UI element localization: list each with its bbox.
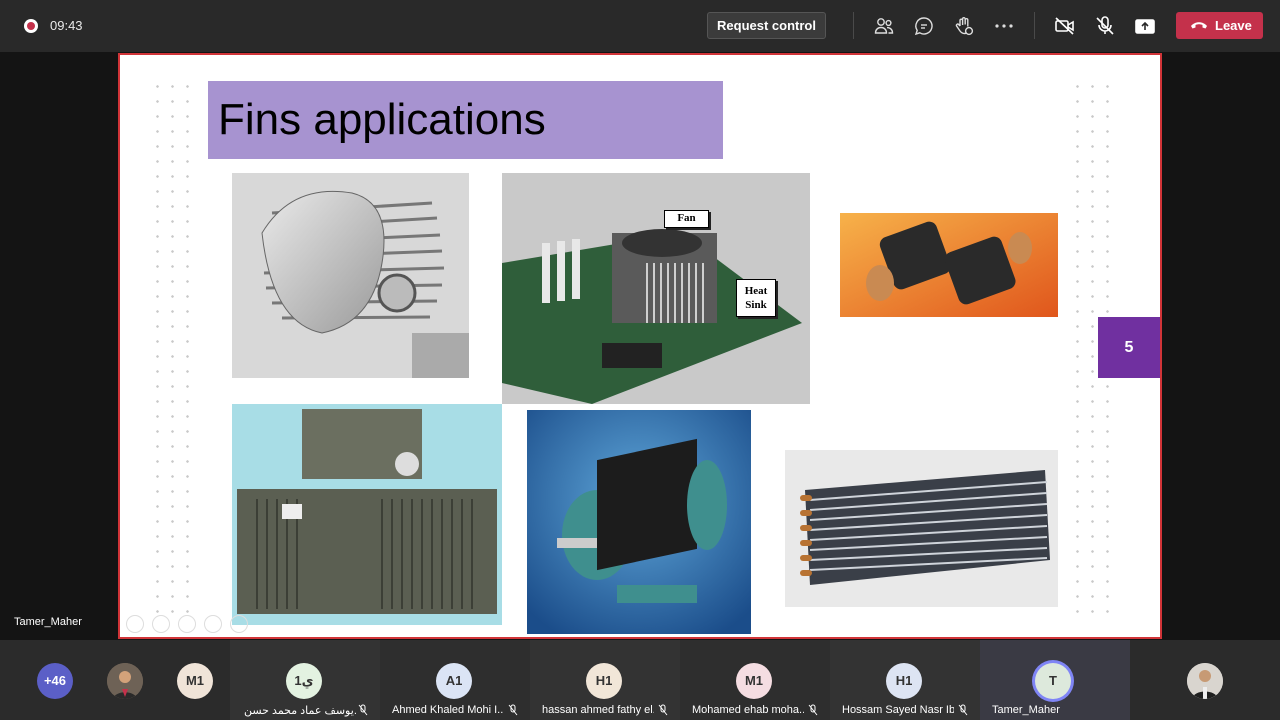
- toolbar-divider: [853, 12, 854, 39]
- meeting-toolbar: 09:43 Request control Leave: [0, 0, 1280, 52]
- meeting-window: 09:43 Request control Leave Fins applica…: [0, 0, 1280, 720]
- participants-strip: +46 M1 1ي يوسف عماد محمد حسن... A1 Ahmed…: [0, 640, 1280, 720]
- condenser-coil-image: [785, 450, 1058, 607]
- people-icon[interactable]: [872, 14, 896, 38]
- participant-avatar: T: [1035, 663, 1071, 699]
- slide-page-number: 5: [1098, 317, 1160, 378]
- mic-off-icon[interactable]: [1093, 14, 1117, 38]
- presenter-name-label: Tamer_Maher: [14, 616, 82, 628]
- participant-name: يوسف عماد محمد حسن...: [244, 705, 356, 717]
- heat-sink-label: Heat Sink: [736, 279, 776, 317]
- participant-avatar: A1: [436, 663, 472, 699]
- reactions-icon[interactable]: [952, 14, 976, 38]
- participant-tile[interactable]: H1 hassan ahmed fathy el...: [530, 640, 680, 720]
- self-view-avatar[interactable]: [1187, 663, 1223, 699]
- leave-button[interactable]: Leave: [1176, 12, 1263, 39]
- request-control-button[interactable]: Request control: [707, 12, 826, 39]
- mic-off-icon: [658, 704, 668, 716]
- zoom-icon[interactable]: [230, 615, 248, 633]
- hang-up-icon: [1191, 22, 1207, 29]
- more-options-icon[interactable]: [992, 14, 1016, 38]
- participant-avatar: M1: [736, 663, 772, 699]
- chat-icon[interactable]: [912, 14, 936, 38]
- participant-name: hassan ahmed fathy el...: [542, 704, 654, 716]
- participant-avatar[interactable]: M1: [177, 663, 213, 699]
- participant-tile[interactable]: H1 Hossam Sayed Nasr Ib...: [830, 640, 980, 720]
- participant-tile[interactable]: A1 Ahmed Khaled Mohi I...: [380, 640, 530, 720]
- participant-avatar: H1: [886, 663, 922, 699]
- next-slide-icon[interactable]: [152, 615, 170, 633]
- shared-content-stage: Fins applications Fan Heat Sink 5 Tamer_…: [0, 52, 1280, 640]
- presentation-slide: Fins applications Fan Heat Sink 5: [118, 53, 1162, 639]
- meeting-timer: 09:43: [50, 18, 83, 33]
- decorative-dots-left: [150, 79, 200, 619]
- participant-avatar: 1ي: [286, 663, 322, 699]
- participant-tile[interactable]: 1ي يوسف عماد محمد حسن...: [230, 640, 380, 720]
- participant-tile-speaking[interactable]: T Tamer_Maher: [980, 640, 1130, 720]
- participant-name: Ahmed Khaled Mohi I...: [392, 704, 504, 716]
- mic-off-icon: [508, 704, 518, 716]
- toolbar-divider: [1034, 12, 1035, 39]
- participant-name: Hossam Sayed Nasr Ib...: [842, 704, 954, 716]
- camera-off-icon[interactable]: [1053, 14, 1077, 38]
- slides-grid-icon[interactable]: [204, 615, 222, 633]
- previous-slide-icon[interactable]: [126, 615, 144, 633]
- participant-name: Mohamed ehab moha...: [692, 704, 804, 716]
- pen-icon[interactable]: [178, 615, 196, 633]
- fan-label: Fan: [664, 210, 709, 228]
- participant-avatar: H1: [586, 663, 622, 699]
- slide-navigation-controls[interactable]: [126, 615, 306, 635]
- mic-off-icon: [808, 704, 818, 716]
- heat-sink-motherboard-image: Fan Heat Sink: [502, 173, 810, 404]
- recording-icon: [24, 19, 38, 33]
- leave-label: Leave: [1215, 18, 1252, 33]
- slide-title: Fins applications: [218, 95, 546, 144]
- finned-tubes-image: [840, 213, 1058, 317]
- participant-photo-avatar[interactable]: [107, 663, 143, 699]
- electric-motor-image: [527, 410, 751, 634]
- slide-title-bar: Fins applications: [208, 81, 723, 159]
- mic-off-icon: [358, 704, 368, 716]
- participant-tile[interactable]: M1 Mohamed ehab moha...: [680, 640, 830, 720]
- transformer-image: [232, 404, 502, 625]
- participant-name: Tamer_Maher: [992, 704, 1060, 716]
- share-screen-icon[interactable]: [1133, 14, 1157, 38]
- more-participants-badge[interactable]: +46: [37, 663, 73, 699]
- engine-cylinder-image: [232, 173, 469, 378]
- mic-off-icon: [958, 704, 968, 716]
